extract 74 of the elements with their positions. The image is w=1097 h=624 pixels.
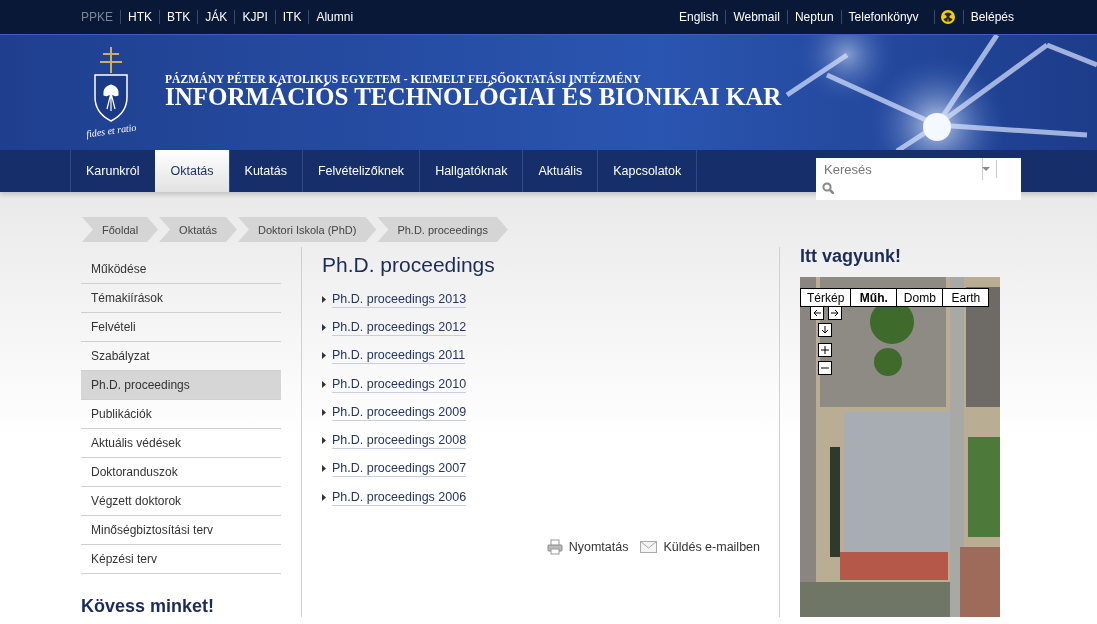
proceedings-link[interactable]: Ph.D. proceedings 2009 — [332, 403, 467, 421]
map-type-button[interactable]: Műh. — [850, 288, 898, 307]
top-link[interactable]: Webmail — [725, 10, 787, 24]
site-link[interactable]: KJPI — [234, 10, 275, 24]
sidebar-item[interactable]: Publikációk — [81, 400, 281, 429]
top-link[interactable]: Telefonkönyv — [840, 10, 926, 24]
zoom-out-button[interactable] — [818, 361, 832, 375]
pan-right-button[interactable] — [828, 306, 842, 320]
site-link[interactable]: Alumni — [308, 10, 361, 24]
site-link[interactable]: PPKE — [81, 10, 120, 24]
top-link[interactable]: Belépés — [962, 10, 1021, 24]
site-link[interactable]: BTK — [159, 10, 198, 24]
site-link[interactable]: ITK — [274, 10, 309, 24]
sidebar-item[interactable]: Témakiírások — [81, 284, 281, 313]
map-type-button[interactable]: Earth — [942, 288, 990, 307]
top-link[interactable]: English — [679, 10, 726, 24]
printer-icon — [546, 539, 563, 556]
site-link[interactable]: JÁK — [197, 10, 235, 24]
proceedings-link[interactable]: Ph.D. proceedings 2010 — [332, 375, 467, 393]
sidebar-item[interactable]: Aktuális védések — [81, 429, 281, 458]
map-type-button[interactable]: Domb — [896, 288, 944, 307]
nav-tab[interactable]: Oktatás — [154, 150, 229, 192]
envelope-icon — [640, 541, 658, 554]
map-type-button[interactable]: Térkép — [800, 288, 852, 307]
nav-tab[interactable]: Aktuális — [522, 150, 598, 192]
top-link[interactable]: Neptun — [786, 10, 841, 24]
proceedings-link[interactable]: Ph.D. proceedings 2008 — [332, 432, 467, 450]
sidebar-item[interactable]: Minőségbiztosítási terv — [81, 516, 281, 545]
left-arrow-icon — [812, 308, 822, 318]
proceedings-link[interactable]: Ph.D. proceedings 2012 — [332, 318, 467, 336]
sidebar-item[interactable]: Ph.D. proceedings — [81, 371, 281, 400]
bullet-icon — [322, 408, 326, 416]
faculty-title: INFORMÁCIÓS TECHNOLÓGIAI ÉS BIONIKAI KAR — [165, 83, 782, 111]
nav-tab[interactable]: Hallgatóknak — [419, 150, 523, 192]
nav-tab[interactable]: Kapcsolatok — [597, 150, 698, 192]
sidebar-item[interactable]: Doktoranduszok — [81, 458, 281, 487]
breadcrumb-link[interactable]: Főoldal — [82, 217, 159, 242]
nav-tab[interactable]: Felvételizőknek — [301, 150, 420, 192]
proceedings-link[interactable]: Ph.D. proceedings 2011 — [332, 347, 466, 365]
nav-tab[interactable]: Karunkról — [70, 150, 155, 192]
sidebar-item[interactable]: Felvételi — [81, 313, 281, 342]
bullet-icon — [322, 352, 326, 360]
bullet-icon — [322, 323, 326, 331]
bullet-icon — [322, 493, 326, 501]
bullet-icon — [322, 465, 326, 473]
breadcrumb-link[interactable]: Doktori Iskola (PhD) — [238, 217, 377, 242]
plus-icon — [820, 345, 830, 355]
print-link[interactable]: Nyomtatás — [546, 539, 629, 556]
breadcrumb-link[interactable]: Ph.D. proceedings — [377, 217, 508, 242]
search-icon[interactable] — [822, 182, 834, 194]
site-link[interactable]: HTK — [120, 10, 159, 24]
bullet-icon — [322, 295, 326, 303]
radiation-icon[interactable] — [933, 10, 955, 24]
proceedings-link[interactable]: Ph.D. proceedings 2007 — [332, 460, 467, 478]
right-arrow-icon — [830, 308, 840, 318]
zoom-in-button[interactable] — [818, 343, 832, 357]
proceedings-link[interactable]: Ph.D. proceedings 2006 — [332, 488, 467, 506]
section-heading: Kövess minket! — [81, 596, 215, 617]
down-arrow-icon — [820, 325, 830, 335]
email-link[interactable]: Küldés e-mailben — [640, 539, 760, 556]
bullet-icon — [322, 380, 326, 388]
nav-tab[interactable]: Kutatás — [228, 150, 302, 192]
proceedings-link[interactable]: Ph.D. proceedings 2013 — [332, 290, 467, 308]
sidebar-item[interactable]: Végzett doktorok — [81, 487, 281, 516]
section-heading: Itt vagyunk! — [800, 246, 901, 267]
logo-motto: fides et ratio — [85, 121, 137, 140]
sidebar-item[interactable]: Képzési terv — [81, 545, 281, 574]
breadcrumb-link[interactable]: Oktatás — [159, 217, 237, 242]
page-title: Ph.D. proceedings — [322, 253, 495, 277]
sidebar-item[interactable]: Működése — [81, 255, 281, 284]
pan-down-button[interactable] — [818, 323, 832, 337]
bullet-icon — [322, 437, 326, 445]
pan-left-button[interactable] — [810, 306, 824, 320]
search-field[interactable]: Keresés — [816, 158, 1021, 200]
